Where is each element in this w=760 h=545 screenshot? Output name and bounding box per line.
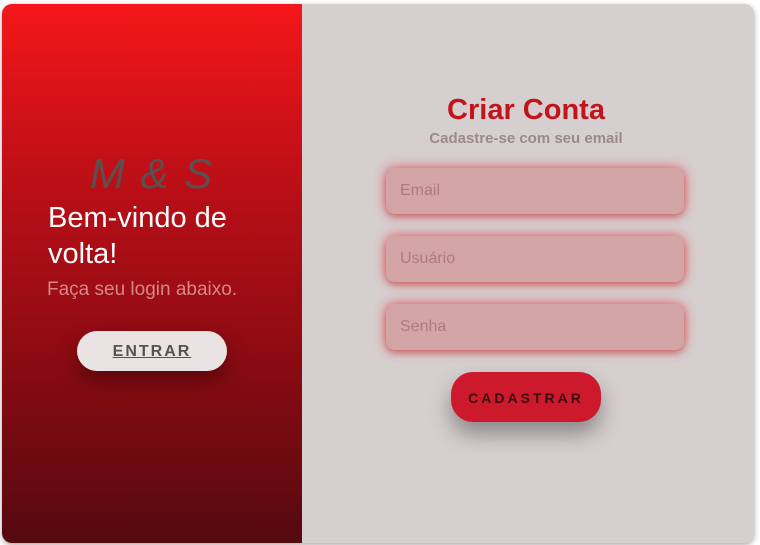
welcome-panel: M & S Bem-vindo de volta! Faça seu login… — [2, 4, 302, 543]
username-field[interactable] — [386, 236, 684, 282]
page-title: Criar Conta — [447, 94, 605, 126]
page-subtitle: Cadastre-se com seu email — [429, 130, 623, 147]
welcome-title: Bem-vindo de volta! — [48, 202, 227, 270]
login-button[interactable]: ENTRAR — [77, 331, 227, 371]
password-field[interactable] — [386, 304, 684, 350]
logo: M & S — [89, 150, 215, 197]
signup-button[interactable]: CADASTRAR — [451, 372, 601, 422]
email-field[interactable] — [386, 168, 684, 214]
welcome-subtitle: Faça seu login abaixo. — [47, 279, 238, 300]
